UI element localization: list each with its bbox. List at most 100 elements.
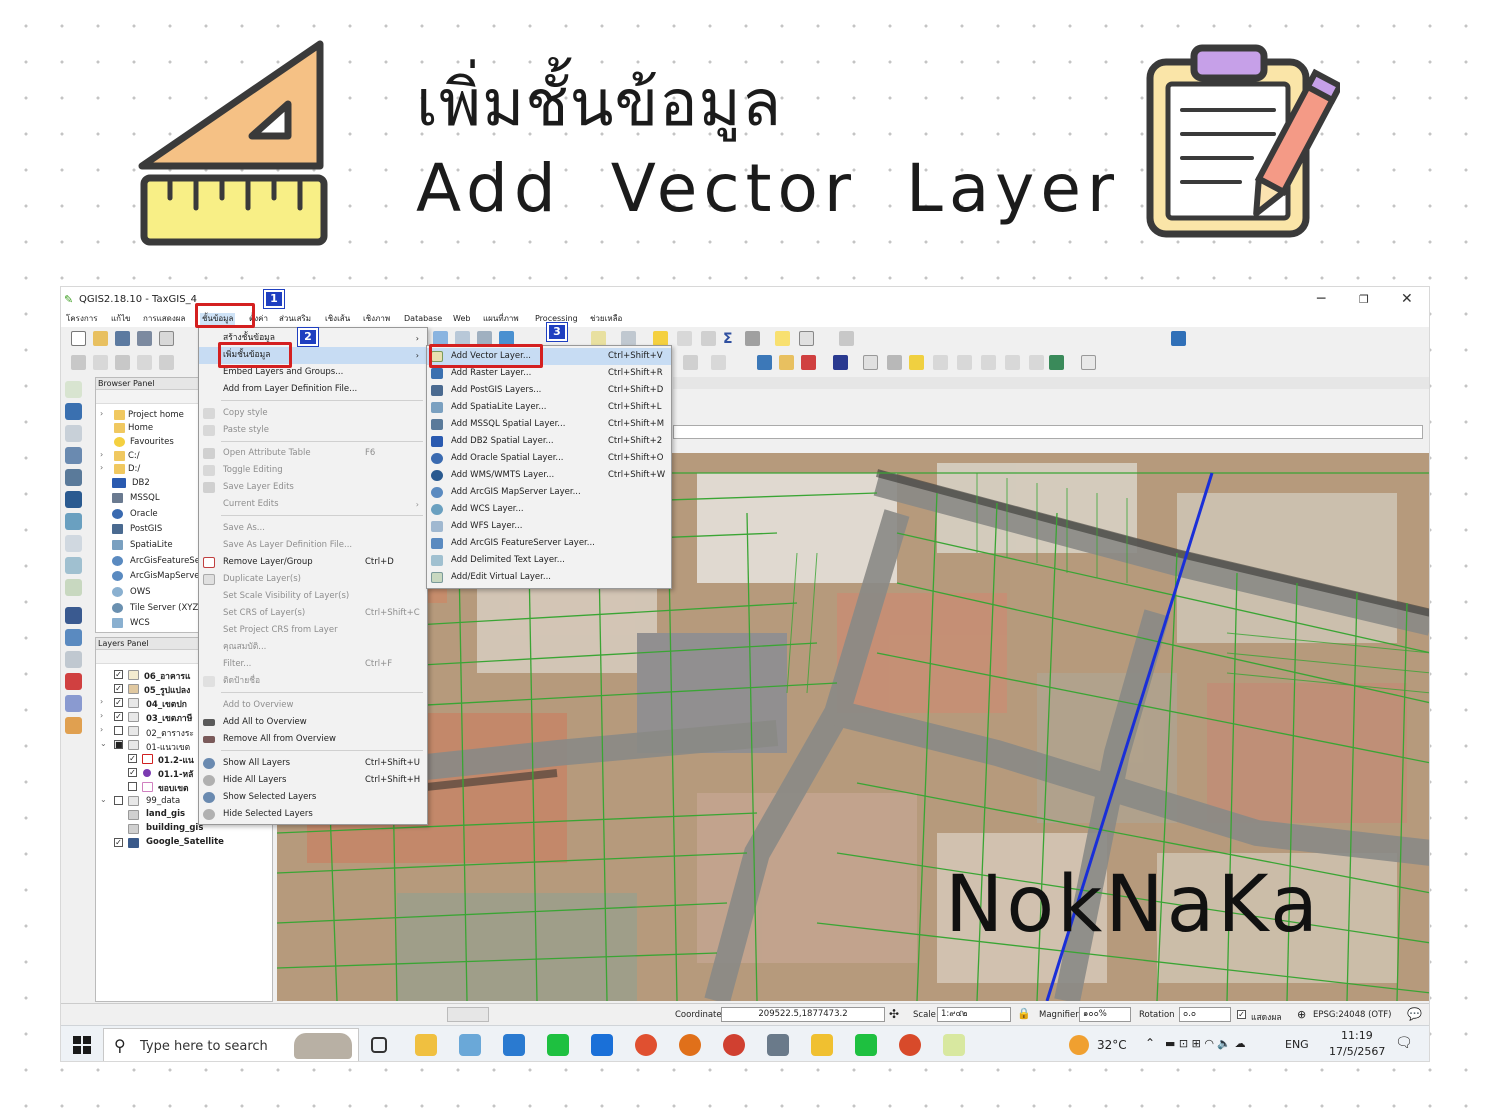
menu-edit[interactable]: แก้ไข <box>109 313 133 325</box>
open-project-icon[interactable] <box>93 331 108 346</box>
close-button[interactable]: ✕ <box>1401 291 1413 307</box>
menu-save-layer-edits[interactable]: Save Layer Edits <box>199 479 427 496</box>
minimize-button[interactable]: ─ <box>1317 291 1325 307</box>
offset-curve-icon[interactable] <box>683 355 698 370</box>
maximize-button[interactable]: ❐ <box>1359 293 1369 306</box>
layer-checkbox[interactable]: ✓ <box>114 670 123 679</box>
menu-add-delimited-text[interactable]: Add Delimited Text Layer... <box>427 552 671 569</box>
menu-mesh[interactable]: แผนที่ภาพ <box>481 313 521 325</box>
menu-current-edits[interactable]: Current Edits › <box>199 496 427 513</box>
statistics-sigma-icon[interactable]: Σ <box>723 331 738 347</box>
label-move-icon[interactable] <box>933 355 948 370</box>
line-icon-2[interactable] <box>855 1034 877 1056</box>
menu-open-attribute-table[interactable]: Open Attribute Table F6 <box>199 445 427 462</box>
line-icon[interactable] <box>547 1034 569 1056</box>
gps-side-icon[interactable] <box>65 673 82 690</box>
menu-raster[interactable]: เชิงภาพ <box>361 313 392 325</box>
menu-view[interactable]: การแสดงผล <box>141 313 187 325</box>
crs-globe-icon[interactable]: ⊕ <box>1297 1008 1306 1021</box>
style-manager-side-icon[interactable] <box>65 695 82 712</box>
map-search-field[interactable] <box>673 425 1423 439</box>
label-pin-icon[interactable] <box>1005 355 1020 370</box>
crs-status[interactable]: EPSG:24048 (OTF) <box>1313 1010 1392 1020</box>
menu-copy-style[interactable]: Copy style <box>199 405 427 422</box>
add-wcs-side-icon[interactable] <box>65 513 82 530</box>
menu-web[interactable]: Web <box>451 313 472 325</box>
chrome-icon[interactable] <box>723 1034 745 1056</box>
menu-add-virtual-layer[interactable]: Add/Edit Virtual Layer... <box>427 569 671 586</box>
menu-duplicate-layer[interactable]: Duplicate Layer(s) <box>199 571 427 588</box>
menu-set-project-crs[interactable]: Set Project CRS from Layer <box>199 622 427 639</box>
menu-database[interactable]: Database <box>402 313 444 325</box>
messages-icon[interactable]: 💬 <box>1407 1007 1422 1021</box>
field-calc-icon[interactable] <box>701 331 716 346</box>
menu-add-oracle-layer[interactable]: Add Oracle Spatial Layer... Ctrl+Shift+O <box>427 450 671 467</box>
layer-checkbox[interactable]: ✓ <box>128 754 137 763</box>
menu-add-spatialite-layer[interactable]: Add SpatiaLite Layer... Ctrl+Shift+L <box>427 399 671 416</box>
notification-icon[interactable]: 🗨 <box>1395 1035 1413 1051</box>
menu-add-wcs-layer[interactable]: Add WCS Layer... <box>427 501 671 518</box>
clock-time[interactable]: 11:19 <box>1341 1029 1373 1042</box>
menu-save-as[interactable]: Save As... <box>199 520 427 537</box>
add-wfs-side-icon[interactable] <box>65 535 82 552</box>
layer-checkbox[interactable] <box>114 726 123 735</box>
coordinate-field[interactable]: 209522.5,1877473.2 <box>721 1007 885 1022</box>
chrome-like-icon[interactable] <box>635 1034 657 1056</box>
layer-checkbox[interactable]: ✓ <box>114 698 123 707</box>
menu-add-arcgis-featureserver[interactable]: Add ArcGIS FeatureServer Layer... <box>427 535 671 552</box>
save-as-icon[interactable] <box>137 331 152 346</box>
add-vector-side-icon[interactable] <box>65 381 82 398</box>
menu-hide-selected-layers[interactable]: Hide Selected Layers <box>199 806 427 823</box>
menu-add-arcgis-mapserver[interactable]: Add ArcGIS MapServer Layer... <box>427 484 671 501</box>
temperature[interactable]: 32°C <box>1097 1038 1127 1052</box>
new-temp-layer-side-icon[interactable] <box>65 651 82 668</box>
print-layout-icon[interactable] <box>159 331 174 346</box>
menu-add-mssql-layer[interactable]: Add MSSQL Spatial Layer... Ctrl+Shift+M <box>427 416 671 433</box>
clock-date[interactable]: 17/5/2567 <box>1329 1045 1385 1058</box>
python-console-icon[interactable] <box>757 355 772 370</box>
menu-save-as-definition[interactable]: Save As Layer Definition File... <box>199 537 427 554</box>
layer-checkbox[interactable]: ✓ <box>128 768 137 777</box>
app-ring-icon[interactable] <box>591 1034 613 1056</box>
menu-add-postgis-layers[interactable]: Add PostGIS Layers... Ctrl+Shift+D <box>427 382 671 399</box>
simplify-icon[interactable] <box>711 355 726 370</box>
store-icon[interactable] <box>503 1034 525 1056</box>
menu-properties[interactable]: คุณสมบัติ... <box>199 639 427 656</box>
rotate-icon[interactable] <box>839 331 854 346</box>
menu-show-all-layers[interactable]: Show All Layers Ctrl+Shift+U <box>199 755 427 772</box>
add-delimited-side-icon[interactable] <box>65 557 82 574</box>
extents-toggle-icon[interactable]: ✣ <box>889 1007 899 1021</box>
menu-remove-all-from-overview[interactable]: Remove All from Overview <box>199 731 427 748</box>
edit-pencil-icon[interactable] <box>71 355 86 370</box>
menu-add-wfs-layer[interactable]: Add WFS Layer... <box>427 518 671 535</box>
menu-labeling[interactable]: ติดป้ายชื่อ <box>199 673 427 690</box>
add-wms-side-icon[interactable] <box>65 491 82 508</box>
identify-icon[interactable] <box>653 331 668 346</box>
label-style-icon[interactable] <box>887 355 902 370</box>
add-spatialite-side-icon[interactable] <box>65 447 82 464</box>
annotation-side-icon[interactable] <box>65 717 82 734</box>
plugin-panel-icon[interactable] <box>1171 331 1186 346</box>
plugin-tool-icon[interactable] <box>801 355 816 370</box>
attribute-table-icon[interactable] <box>677 331 692 346</box>
help-icon[interactable] <box>833 355 848 370</box>
save-project-icon[interactable] <box>115 331 130 346</box>
layer-checkbox[interactable]: ✓ <box>114 712 123 721</box>
menu-add-all-to-overview[interactable]: Add All to Overview <box>199 714 427 731</box>
qgis-task-icon[interactable] <box>943 1034 965 1056</box>
add-virtual-side-icon[interactable] <box>65 579 82 596</box>
database-icon[interactable] <box>1049 355 1064 370</box>
menu-add-db2-layer[interactable]: Add DB2 Spatial Layer... Ctrl+Shift+2 <box>427 433 671 450</box>
digitize-icon[interactable] <box>93 355 108 370</box>
menu-help[interactable]: ช่วยเหลือ <box>588 313 624 325</box>
add-feature-icon[interactable] <box>137 355 152 370</box>
new-spatialite-side-icon[interactable] <box>65 629 82 646</box>
file-explorer-icon[interactable] <box>415 1034 437 1056</box>
add-raster-side-icon[interactable] <box>65 403 82 420</box>
label-highlight-icon[interactable] <box>909 355 924 370</box>
menu-plugins[interactable]: ส่วนเสริม <box>277 313 313 325</box>
menu-add-from-definition[interactable]: Add from Layer Definition File... <box>199 381 427 398</box>
magnifier-field[interactable]: ๑๐๐% <box>1079 1007 1131 1022</box>
render-checkbox[interactable]: ✓ <box>1237 1010 1246 1019</box>
menu-project[interactable]: โครงการ <box>64 313 99 325</box>
